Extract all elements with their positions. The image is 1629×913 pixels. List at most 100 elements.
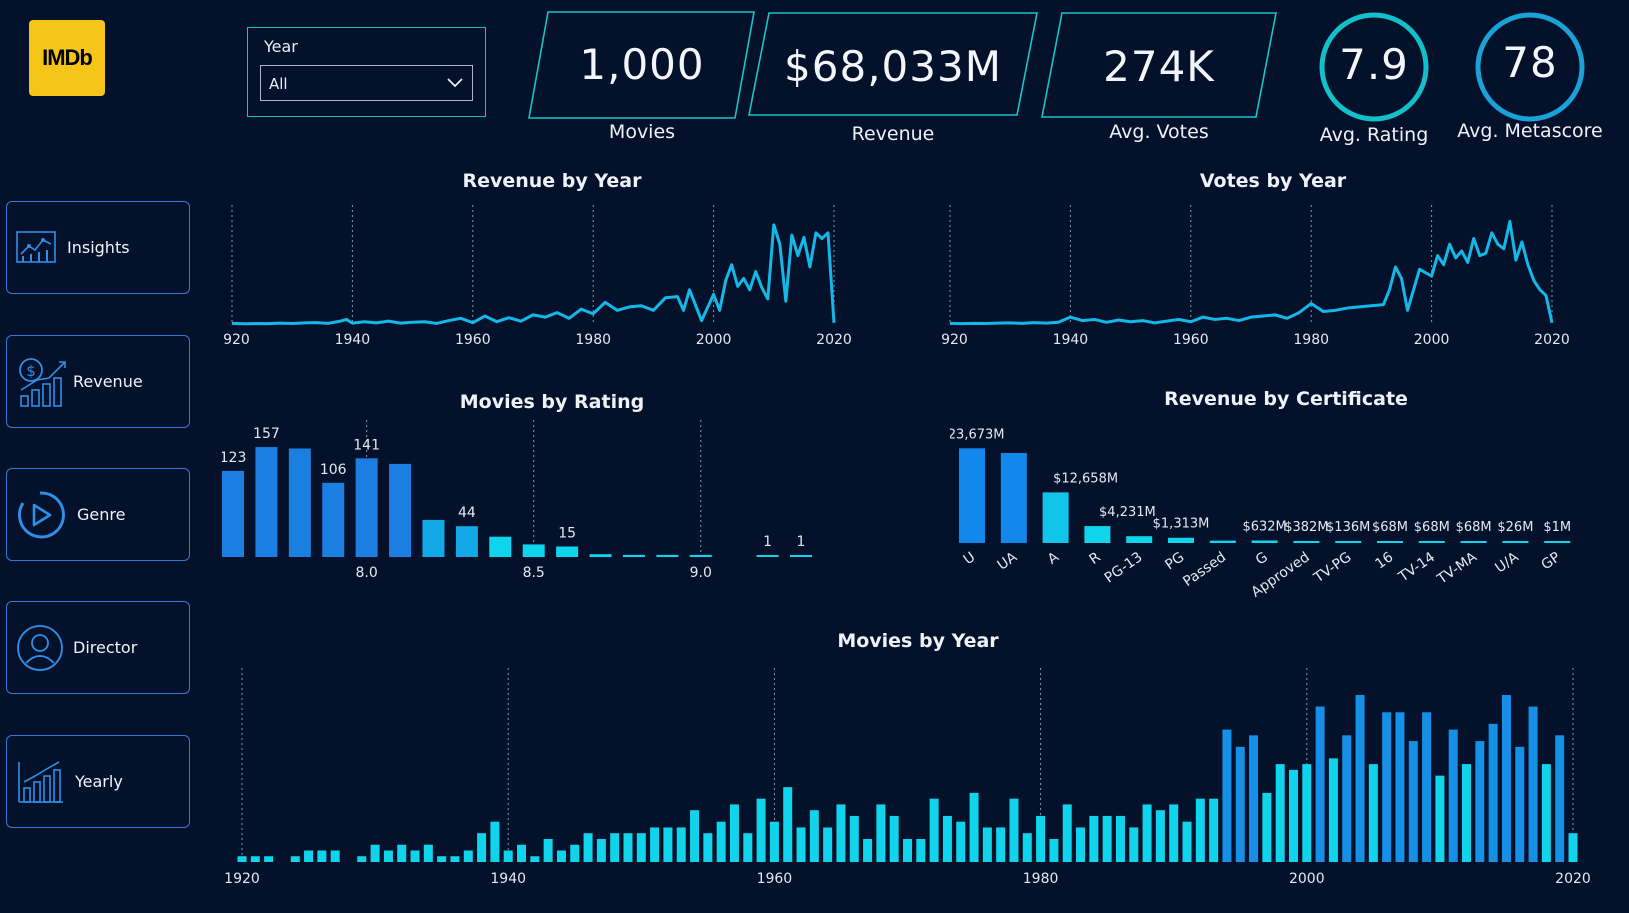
movies-by-rating-x-tick: 9.0 xyxy=(690,565,712,581)
nav-director-button[interactable]: Director xyxy=(6,601,190,694)
movies-by-year-bar xyxy=(583,833,593,862)
movies-by-year-bar xyxy=(1288,769,1298,862)
revenue-by-year-x-tick: 1980 xyxy=(575,332,611,348)
revenue-by-certificate-bar xyxy=(1168,537,1194,543)
movies-by-year-bar xyxy=(1062,804,1072,862)
movies-by-year-bar xyxy=(570,844,580,862)
movies-by-year-bar xyxy=(889,815,899,862)
revenue-by-certificate-bar xyxy=(1000,453,1027,543)
movies-by-year-bar xyxy=(383,850,393,862)
movies-by-rating-bar xyxy=(522,544,545,557)
movies-by-rating-bar xyxy=(622,554,645,557)
movies-by-year-bar xyxy=(1222,729,1232,862)
nav-genre-button[interactable]: Genre xyxy=(6,468,190,561)
revenue-by-year-title: Revenue by Year xyxy=(462,170,642,192)
movies-by-year-bar xyxy=(410,850,420,862)
movies-by-rating-bar xyxy=(489,536,512,557)
movies-by-year-bar xyxy=(1568,833,1578,862)
revenue-by-certificate-x-tick: PG-13 xyxy=(1102,549,1146,586)
year-dropdown[interactable]: All xyxy=(260,65,473,101)
movies-by-year-x-tick: 1920 xyxy=(224,871,260,887)
revenue-by-certificate-bar xyxy=(1502,541,1529,543)
metascore-kpi-value: 78 xyxy=(1502,38,1558,87)
movies-by-year-bar xyxy=(756,798,766,862)
revenue-by-certificate-x-tick: U xyxy=(961,549,979,568)
movies-by-year-bar xyxy=(1395,712,1405,862)
movies-by-year-bar xyxy=(503,850,513,862)
movies-by-year-bar xyxy=(650,827,660,862)
movies-by-rating-x-tick: 8.5 xyxy=(523,565,545,581)
revenue-by-certificate-x-tick: R xyxy=(1087,549,1104,568)
movies-by-year-bar xyxy=(290,856,300,862)
revenue-by-certificate-bar xyxy=(1460,541,1487,543)
movies-by-rating-bar xyxy=(355,458,378,557)
movies-by-year-bar xyxy=(1528,706,1538,862)
revenue-by-year-x-tick: 2020 xyxy=(816,332,852,348)
nav-yearly-button[interactable]: Yearly xyxy=(6,735,190,828)
revenue-by-certificate-x-tick: A xyxy=(1045,549,1062,568)
movies-by-year-bar xyxy=(1049,838,1059,862)
movies-by-year-bar xyxy=(942,815,952,862)
movies-by-year-bar xyxy=(237,856,247,862)
movies-by-year-chart: 1920 1940 1960 1980 2000 2020 xyxy=(224,668,1591,887)
movies-by-rating-data-label: 1 xyxy=(763,534,772,550)
movies-by-rating-data-label: 141 xyxy=(353,437,380,453)
votes-by-year-series-line xyxy=(949,219,1554,326)
movies-by-rating-bar xyxy=(422,519,445,557)
revenue-by-certificate-title: Revenue by Certificate xyxy=(1164,388,1408,410)
revenue-by-certificate-bar xyxy=(1126,536,1153,543)
movies-by-year-bar xyxy=(1555,735,1565,862)
movies-by-year-bar xyxy=(556,850,566,862)
revenue-by-year-x-tick: 1960 xyxy=(455,332,491,348)
votes-by-year-x-tick: 1920 xyxy=(940,332,968,348)
movies-by-year-bar xyxy=(956,821,966,862)
revenue-by-certificate-bar xyxy=(1377,541,1403,543)
movies-by-rating-bar xyxy=(756,555,779,557)
movies-by-year-x-tick: 2000 xyxy=(1289,871,1325,887)
movies-by-year-bar xyxy=(1022,833,1032,862)
director-person-icon xyxy=(17,624,63,671)
revenue-by-certificate-data-label: $1M xyxy=(1543,520,1571,535)
votes-by-year-title: Votes by Year xyxy=(1199,170,1347,192)
movies-by-year-x-tick: 1940 xyxy=(490,871,526,887)
movies-by-year-bar xyxy=(969,792,979,862)
movies-by-year-bar xyxy=(1089,815,1099,862)
revenue-by-year-chart: 1920 1940 1960 1980 2000 2020 xyxy=(222,205,852,348)
votes-kpi-value: 274K xyxy=(1103,42,1215,91)
rating-kpi-label: Avg. Rating xyxy=(1319,124,1429,146)
movies-by-rating-bar xyxy=(389,463,412,557)
movies-by-year-bar xyxy=(836,804,846,862)
movies-by-year-bar xyxy=(1462,764,1472,862)
movies-by-rating-data-label: 123 xyxy=(222,450,246,466)
revenue-by-certificate-data-label: $1,313M xyxy=(1153,517,1210,532)
revenue-by-year-x-tick: 1940 xyxy=(335,332,371,348)
movies-by-year-bar xyxy=(1302,764,1312,862)
revenue-by-certificate-data-label: $68M xyxy=(1414,520,1450,535)
movies-by-year-bar xyxy=(1009,798,1019,862)
movies-by-year-bar xyxy=(1501,695,1511,862)
votes-by-year-x-tick: 2020 xyxy=(1534,332,1570,348)
revenue-by-certificate-bar xyxy=(1418,541,1445,543)
revenue-by-certificate-bar xyxy=(1209,540,1236,543)
movies-by-year-bar xyxy=(1209,798,1219,862)
movies-by-year-bar xyxy=(1515,746,1525,862)
movies-by-year-bar xyxy=(250,856,260,862)
nav-revenue-button[interactable]: $ Revenue xyxy=(6,335,190,428)
movies-by-year-bar xyxy=(596,838,606,862)
votes-by-year-x-tick: 1980 xyxy=(1293,332,1329,348)
movies-by-year-bar xyxy=(1541,764,1551,862)
movies-by-rating-bar xyxy=(322,482,345,557)
revenue-by-year-x-tick: 1920 xyxy=(222,332,250,348)
movies-by-rating-bar xyxy=(689,554,712,557)
nav-insights-button[interactable]: Insights xyxy=(6,201,190,294)
movies-by-year-bar xyxy=(676,827,686,862)
movies-by-year-bar xyxy=(876,804,886,862)
movies-by-year-bar xyxy=(490,821,500,862)
movies-by-year-bar xyxy=(1488,723,1498,862)
movies-by-rating-bar xyxy=(589,554,612,557)
revenue-by-certificate-data-label: $68M xyxy=(1456,520,1492,535)
movies-by-rating-chart: 8.0 8.5 9.0 123 157 106 141 44 15 1 1 xyxy=(222,420,812,581)
nav-director-label: Director xyxy=(73,638,138,657)
movies-by-year-title: Movies by Year xyxy=(837,630,999,652)
movies-by-year-bar xyxy=(1169,804,1179,862)
